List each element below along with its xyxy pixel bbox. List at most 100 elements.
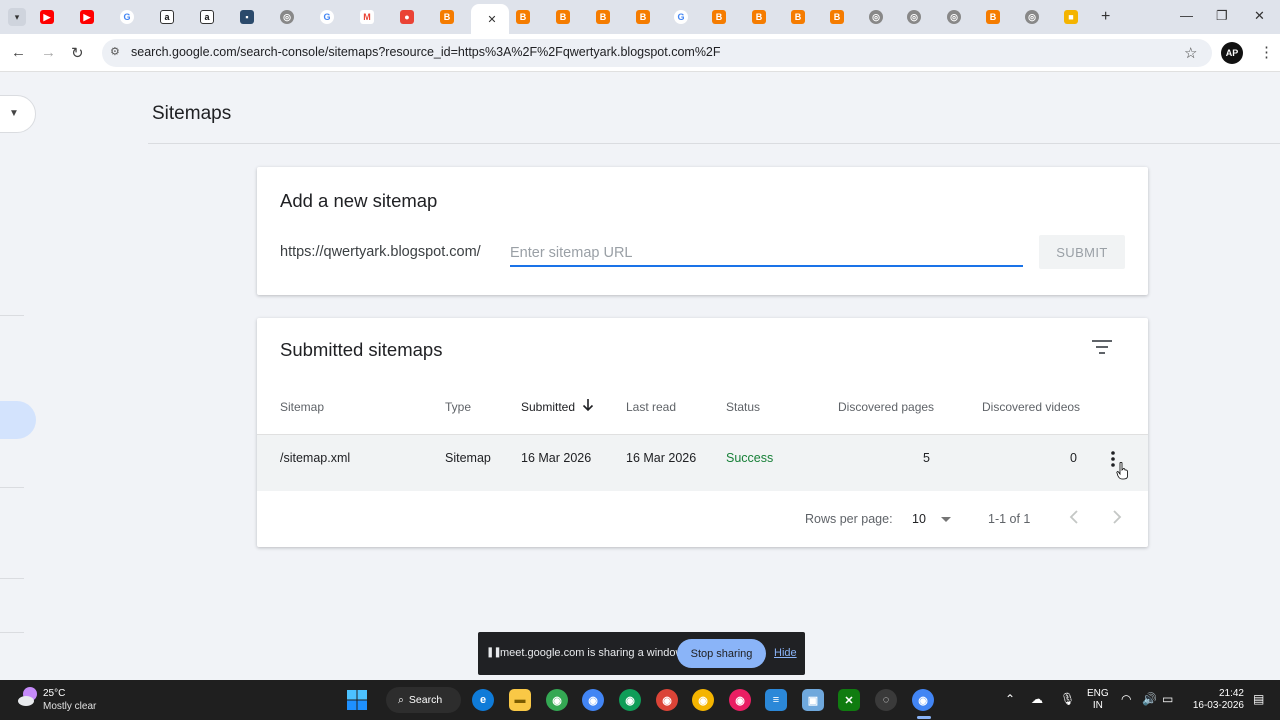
tab-blogger-3[interactable]: B (552, 7, 574, 27)
tab-blogger-7[interactable]: B (748, 7, 770, 27)
chrome-profile-icon[interactable]: ◉ (582, 689, 604, 711)
tab-google-3[interactable]: G (670, 7, 692, 27)
profile-avatar[interactable]: AP (1221, 42, 1243, 64)
tab-globe[interactable]: ◎ (865, 7, 887, 27)
hide-link[interactable]: Hide (774, 647, 797, 659)
xbox-icon[interactable]: ✕ (838, 689, 860, 711)
globe-icon: ◎ (280, 10, 294, 24)
url-text[interactable]: search.google.com/search-console/sitemap… (131, 45, 721, 59)
tab-amazon-2[interactable]: a (196, 7, 218, 27)
cell-sitemap[interactable]: /sitemap.xml (280, 451, 350, 465)
tab-blogger-5[interactable]: B (632, 7, 654, 27)
tab-search-button[interactable]: ▾ (8, 8, 26, 26)
chrome-profile-icon[interactable]: ◉ (729, 689, 751, 711)
wifi-icon[interactable]: ◠ (1121, 692, 1131, 706)
tab-blogger-2[interactable]: B (512, 7, 534, 27)
edge-icon[interactable]: e (472, 689, 494, 711)
tab-image[interactable]: ▪ (236, 7, 258, 27)
notifications-icon[interactable]: ▤ (1253, 692, 1264, 706)
weather-description[interactable]: Mostly clear (43, 701, 96, 712)
new-tab-icon[interactable]: + (1101, 8, 1110, 26)
volume-icon[interactable]: 🔊 (1142, 692, 1157, 706)
back-icon[interactable]: ← (11, 44, 26, 61)
youtube-icon: ▶ (80, 10, 94, 24)
column-header-sitemap[interactable]: Sitemap (280, 400, 324, 414)
tab-gmail[interactable]: M (356, 7, 378, 27)
sitemap-url-input[interactable] (510, 241, 1023, 267)
property-selector[interactable]: ▼ (0, 95, 36, 133)
tab-youtube-2[interactable]: ▶ (76, 7, 98, 27)
copilot-icon[interactable]: ◌ (875, 689, 897, 711)
window-close-icon[interactable]: ✕ (1254, 8, 1265, 24)
restore-icon[interactable]: ❐ (1216, 8, 1228, 24)
language-indicator[interactable]: ENG IN (1087, 688, 1109, 712)
sort-descending-icon[interactable] (582, 398, 594, 412)
dropdown-arrow-icon[interactable] (940, 516, 952, 524)
address-bar[interactable]: ⚙ search.google.com/search-console/sitem… (102, 39, 1212, 67)
tab-globe-2[interactable]: ◎ (903, 7, 925, 27)
forward-icon[interactable]: → (41, 44, 56, 61)
minimize-icon[interactable]: — (1180, 8, 1193, 23)
submitted-sitemaps-card: Submitted sitemaps Sitemap Type Submitte… (257, 318, 1148, 547)
tab-chrome[interactable]: ◎ (276, 7, 298, 27)
column-header-last-read[interactable]: Last read (626, 400, 676, 414)
browser-menu-icon[interactable]: ⋮ (1259, 43, 1274, 61)
tab-blogger-9[interactable]: B (826, 7, 848, 27)
windows-start-icon[interactable] (347, 690, 367, 710)
tab-blogger-4[interactable]: B (592, 7, 614, 27)
taskbar-search-button[interactable]: ⌕ Search (386, 687, 461, 713)
bookmark-star-icon[interactable]: ☆ (1184, 44, 1197, 62)
filter-icon[interactable] (1091, 338, 1113, 356)
column-header-submitted[interactable]: Submitted (521, 400, 575, 414)
stop-sharing-button[interactable]: Stop sharing (677, 639, 766, 668)
tab-amazon[interactable]: a (156, 7, 178, 27)
blogger-icon: B (712, 10, 726, 24)
table-row[interactable] (257, 435, 1148, 491)
tab-search-console-active[interactable]: ✕ (471, 4, 509, 34)
file-explorer-icon[interactable]: ▬ (509, 689, 531, 711)
onedrive-cloud-icon[interactable]: ☁ (1031, 692, 1043, 706)
blogger-icon: B (636, 10, 650, 24)
system-clock[interactable]: 21:42 16-03-2026 (1190, 688, 1244, 712)
column-header-discovered-videos[interactable]: Discovered videos (982, 400, 1080, 414)
close-tab-icon[interactable]: ✕ (487, 13, 496, 26)
tab-blogger-8[interactable]: B (787, 7, 809, 27)
column-header-type[interactable]: Type (445, 400, 471, 414)
search-icon: ⌕ (398, 693, 404, 706)
previous-page-icon[interactable] (1068, 509, 1080, 525)
sidebar-item-sitemaps-active[interactable] (0, 401, 36, 439)
weather-temperature[interactable]: 25°C (43, 688, 65, 699)
weather-moon-cloud-icon[interactable] (16, 685, 42, 711)
chrome-profile-icon[interactable]: ◉ (692, 689, 714, 711)
tab-yellow[interactable]: ■ (1060, 7, 1082, 27)
tab-blogger-6[interactable]: B (708, 7, 730, 27)
show-hidden-icons-icon[interactable]: ⌃ (1005, 692, 1015, 706)
notepad-icon[interactable]: ≡ (765, 689, 787, 711)
column-header-status[interactable]: Status (726, 400, 760, 414)
battery-icon[interactable]: ▭ (1162, 692, 1173, 706)
blogger-icon: B (752, 10, 766, 24)
chrome-profile-icon[interactable]: ◉ (619, 689, 641, 711)
tab-globe-3[interactable]: ◎ (943, 7, 965, 27)
site-info-icon[interactable]: ⚙ (110, 45, 124, 59)
tab-blogger[interactable]: B (436, 7, 458, 27)
tab-google-2[interactable]: G (316, 7, 338, 27)
chrome-active-icon[interactable]: ◉ (912, 689, 934, 711)
rows-per-page-select[interactable]: 10 (912, 512, 926, 526)
reload-icon[interactable]: ↻ (71, 44, 84, 62)
chrome-profile-icon[interactable]: ◉ (546, 689, 568, 711)
microphone-icon[interactable]: 🎙 (1060, 692, 1075, 706)
tab-globe-4[interactable]: ◎ (1021, 7, 1043, 27)
chrome-profile-icon[interactable]: ◉ (656, 689, 678, 711)
tab-blogger-10[interactable]: B (982, 7, 1004, 27)
photos-icon[interactable]: ▣ (802, 689, 824, 711)
gmail-icon: M (360, 10, 374, 24)
youtube-icon: ▶ (40, 10, 54, 24)
next-page-icon[interactable] (1111, 509, 1123, 525)
tab-maps[interactable]: ● (396, 7, 418, 27)
column-header-discovered-pages[interactable]: Discovered pages (838, 400, 934, 414)
tab-youtube[interactable]: ▶ (36, 7, 58, 27)
tab-google[interactable]: G (116, 7, 138, 27)
submit-button[interactable]: SUBMIT (1039, 235, 1125, 269)
blogger-icon: B (516, 10, 530, 24)
